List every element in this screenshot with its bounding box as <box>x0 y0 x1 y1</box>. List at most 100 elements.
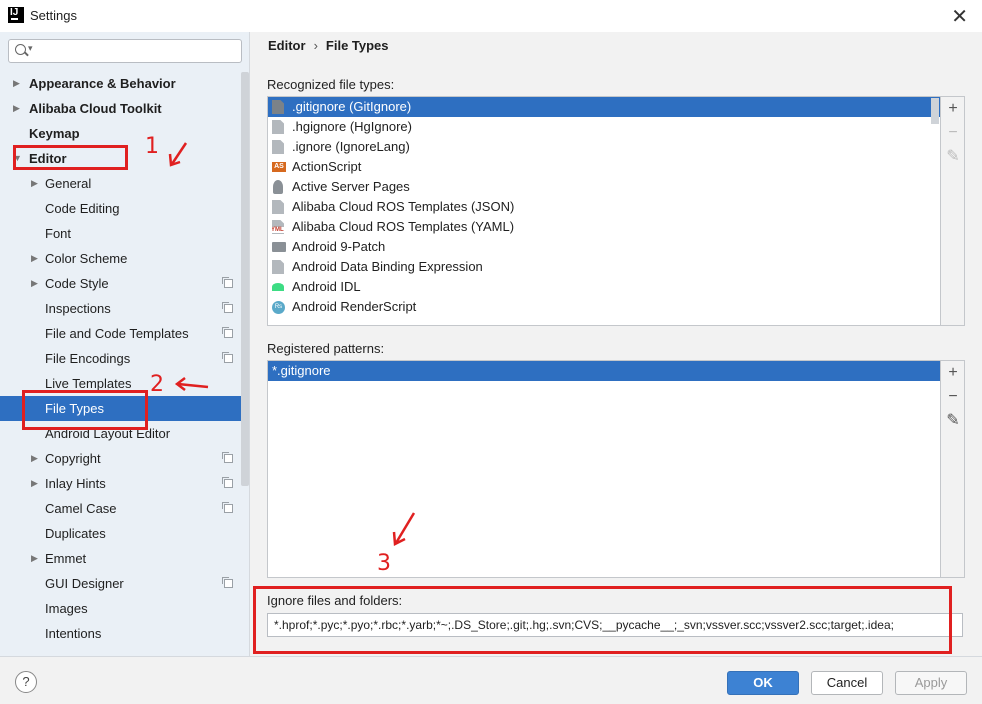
collapsed-arrow-icon[interactable]: ▶ <box>31 446 38 471</box>
project-scope-icon <box>222 477 233 488</box>
recognized-file-types-label: Recognized file types: <box>267 77 395 92</box>
project-scope-icon <box>222 302 233 313</box>
window-title: Settings <box>30 8 77 23</box>
sidebar-item-label: Emmet <box>45 551 87 566</box>
sidebar-scrollbar[interactable] <box>241 72 249 486</box>
close-icon[interactable]: ✕ <box>951 4 968 29</box>
file-type-row[interactable]: Alibaba Cloud ROS Templates (YAML) <box>268 217 940 237</box>
cancel-button[interactable]: Cancel <box>811 671 883 695</box>
file-file-icon <box>272 120 284 134</box>
collapsed-arrow-icon[interactable]: ▶ <box>31 471 38 496</box>
sidebar-item-emmet[interactable]: ▶ Emmet <box>0 546 249 571</box>
file-types-scrollbar[interactable] <box>931 98 939 124</box>
sidebar-item-file-encodings[interactable]: File Encodings <box>0 346 249 371</box>
annotation-box-editor <box>13 145 128 170</box>
file-type-row[interactable]: Android Data Binding Expression <box>268 257 940 277</box>
file-type-name: Active Server Pages <box>292 179 410 194</box>
apply-button[interactable]: Apply <box>895 671 967 695</box>
sidebar-item-label: File and Code Templates <box>45 326 189 341</box>
project-scope-icon <box>222 577 233 588</box>
search-options-caret-icon[interactable]: ▾ <box>28 43 33 54</box>
file-type-row[interactable]: AS ActionScript <box>268 157 940 177</box>
intellij-app-icon: IJ <box>8 7 24 23</box>
edit-file-type-button[interactable]: ✎ <box>941 145 965 169</box>
file-type-row[interactable]: Active Server Pages <box>268 177 940 197</box>
sidebar-item-label: Copyright <box>45 451 101 466</box>
collapsed-arrow-icon[interactable]: ▶ <box>13 96 20 121</box>
file-type-name: .hgignore (HgIgnore) <box>292 119 412 134</box>
collapsed-arrow-icon[interactable]: ▶ <box>31 271 38 296</box>
add-pattern-button[interactable]: + <box>941 361 965 385</box>
sidebar-item-label: Camel Case <box>45 501 117 516</box>
file-type-row[interactable]: Rs Android RenderScript <box>268 297 940 317</box>
recognized-file-types-list[interactable]: .gitignore (GitIgnore) .hgignore (HgIgnor… <box>267 96 941 326</box>
file-type-row[interactable]: .ignore (IgnoreLang) <box>268 137 940 157</box>
file-file-icon <box>272 200 284 214</box>
sidebar-item-color-scheme[interactable]: ▶ Color Scheme <box>0 246 249 271</box>
annotation-number-1: 1 <box>145 134 159 159</box>
sidebar-item-alibaba-cloud-toolkit[interactable]: ▶ Alibaba Cloud Toolkit <box>0 96 249 121</box>
collapsed-arrow-icon[interactable]: ▶ <box>31 171 38 196</box>
sidebar-item-file-and-code-templates[interactable]: File and Code Templates <box>0 321 249 346</box>
collapsed-arrow-icon[interactable]: ▶ <box>13 71 20 96</box>
add-file-type-button[interactable]: + <box>941 97 965 121</box>
sidebar-item-general[interactable]: ▶ General <box>0 171 249 196</box>
annotation-number-3: 3 <box>377 551 391 576</box>
pattern-text: *.gitignore <box>272 363 331 378</box>
annotation-arrow-2-icon <box>174 377 209 391</box>
sidebar-item-camel-case[interactable]: Camel Case <box>0 496 249 521</box>
sidebar-item-font[interactable]: Font <box>0 221 249 246</box>
collapsed-arrow-icon[interactable]: ▶ <box>31 246 38 271</box>
sidebar-item-label: Appearance & Behavior <box>29 76 176 91</box>
annotation-box-file-types <box>22 390 148 430</box>
ok-button[interactable]: OK <box>727 671 799 695</box>
file-type-name: Alibaba Cloud ROS Templates (JSON) <box>292 199 515 214</box>
sidebar-item-label: File Encodings <box>45 351 131 366</box>
breadcrumb: Editor › File Types <box>268 38 389 53</box>
android-file-icon <box>272 283 284 291</box>
sidebar-item-label: Intentions <box>45 626 102 641</box>
registered-patterns-label: Registered patterns: <box>267 341 385 356</box>
remove-pattern-button[interactable]: − <box>941 385 965 409</box>
sidebar-item-copyright[interactable]: ▶ Copyright <box>0 446 249 471</box>
file-type-row[interactable]: .hgignore (HgIgnore) <box>268 117 940 137</box>
sidebar-item-inlay-hints[interactable]: ▶ Inlay Hints <box>0 471 249 496</box>
search-icon <box>15 44 26 55</box>
file-type-row[interactable]: Android IDL <box>268 277 940 297</box>
sidebar-item-inspections[interactable]: Inspections <box>0 296 249 321</box>
help-button[interactable]: ? <box>15 671 37 693</box>
collapsed-arrow-icon[interactable]: ▶ <box>31 546 38 571</box>
sidebar-item-code-style[interactable]: ▶ Code Style <box>0 271 249 296</box>
file-type-name: Alibaba Cloud ROS Templates (YAML) <box>292 219 515 234</box>
sidebar-item-images[interactable]: Images <box>0 596 249 621</box>
sidebar-item-label: Alibaba Cloud Toolkit <box>29 101 162 116</box>
remove-file-type-button[interactable]: − <box>941 121 965 145</box>
file-type-row[interactable]: .gitignore (GitIgnore) <box>268 97 940 117</box>
breadcrumb-current: File Types <box>325 38 389 53</box>
sidebar-item-intentions[interactable]: Intentions <box>0 621 249 646</box>
file-file-icon <box>272 140 284 154</box>
sidebar-item-keymap[interactable]: Keymap <box>0 121 249 146</box>
sidebar-item-duplicates[interactable]: Duplicates <box>0 521 249 546</box>
breadcrumb-parent[interactable]: Editor <box>268 38 306 53</box>
file-type-row[interactable]: Alibaba Cloud ROS Templates (JSON) <box>268 197 940 217</box>
pattern-row[interactable]: *.gitignore <box>268 361 940 381</box>
sidebar-item-gui-designer[interactable]: GUI Designer <box>0 571 249 596</box>
sidebar-item-code-editing[interactable]: Code Editing <box>0 196 249 221</box>
as-file-icon: AS <box>272 162 286 172</box>
annotation-number-2: 2 <box>150 372 164 397</box>
project-scope-icon <box>222 277 233 288</box>
patterns-toolbar: + − ✎ <box>941 360 965 578</box>
sidebar-item-label: Images <box>45 601 88 616</box>
annotation-box-ignore-files <box>253 586 952 654</box>
rs-file-icon: Rs <box>272 301 285 314</box>
sidebar-item-label: Code Editing <box>45 201 120 216</box>
sidebar-item-label: Inlay Hints <box>45 476 106 491</box>
sidebar-item-label: Duplicates <box>45 526 106 541</box>
file-type-name: Android IDL <box>292 279 361 294</box>
edit-pattern-button[interactable]: ✎ <box>941 409 965 433</box>
sidebar-item-appearance-behavior[interactable]: ▶ Appearance & Behavior <box>0 71 249 96</box>
search-input[interactable]: ▾ <box>8 39 242 63</box>
file-type-row[interactable]: Android 9-Patch <box>268 237 940 257</box>
registered-patterns-list[interactable]: *.gitignore <box>267 360 941 578</box>
